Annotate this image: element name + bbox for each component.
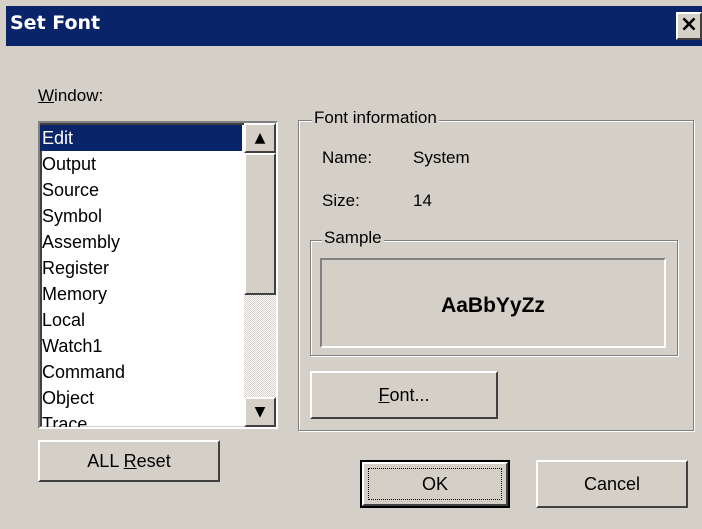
listbox-scrollbar[interactable]: ▲ ▼: [244, 123, 276, 427]
size-label: Size:: [322, 191, 360, 210]
all-reset-button[interactable]: ALL Reset: [38, 440, 220, 482]
title-bar[interactable]: Set Font ×: [6, 6, 702, 46]
window-list-item[interactable]: Edit: [40, 125, 242, 151]
scroll-down-button[interactable]: ▼: [244, 397, 276, 427]
font-button[interactable]: Font...: [310, 371, 498, 419]
scroll-down-icon: ▼: [254, 404, 266, 420]
window-list-item[interactable]: Output: [40, 151, 242, 177]
close-icon: ×: [679, 12, 699, 37]
cancel-button[interactable]: Cancel: [536, 460, 688, 508]
window-list-item[interactable]: Symbol: [40, 203, 242, 229]
window-listbox[interactable]: Edit Output Source Symbol Assembly Register Me…: [38, 121, 278, 429]
sample-label: Sample: [322, 228, 384, 248]
window-list-item[interactable]: Register: [40, 255, 242, 281]
sample-preview: AaBbYyZz: [320, 258, 666, 348]
name-value: System: [413, 148, 470, 167]
set-font-dialog: Set Font × Window: Edit Output Source Symbo…: [0, 0, 702, 529]
window-list-item[interactable]: Object: [40, 385, 242, 411]
window-list-item[interactable]: Memory: [40, 281, 242, 307]
scrollbar-thumb[interactable]: [244, 153, 276, 295]
window-list-item[interactable]: Source: [40, 177, 242, 203]
window-list: Edit Output Source Symbol Assembly Register Me…: [40, 125, 242, 427]
window-label: Window:: [38, 86, 104, 105]
font-information-label: Font information: [312, 108, 439, 128]
scroll-up-button[interactable]: ▲: [244, 123, 276, 153]
window-list-item[interactable]: Assembly: [40, 229, 242, 255]
window-list-item[interactable]: Watch1: [40, 333, 242, 359]
scroll-up-icon: ▲: [254, 130, 266, 146]
name-label: Name:: [322, 148, 373, 167]
dialog-title: Set Font: [10, 12, 101, 34]
close-button[interactable]: ×: [676, 12, 702, 40]
ok-button[interactable]: OK: [360, 460, 510, 508]
size-value: 14: [413, 191, 432, 210]
window-list-item[interactable]: Trace: [40, 411, 242, 427]
sample-text: AaBbYyZz: [441, 294, 545, 317]
window-list-item[interactable]: Command: [40, 359, 242, 385]
window-list-item[interactable]: Local: [40, 307, 242, 333]
